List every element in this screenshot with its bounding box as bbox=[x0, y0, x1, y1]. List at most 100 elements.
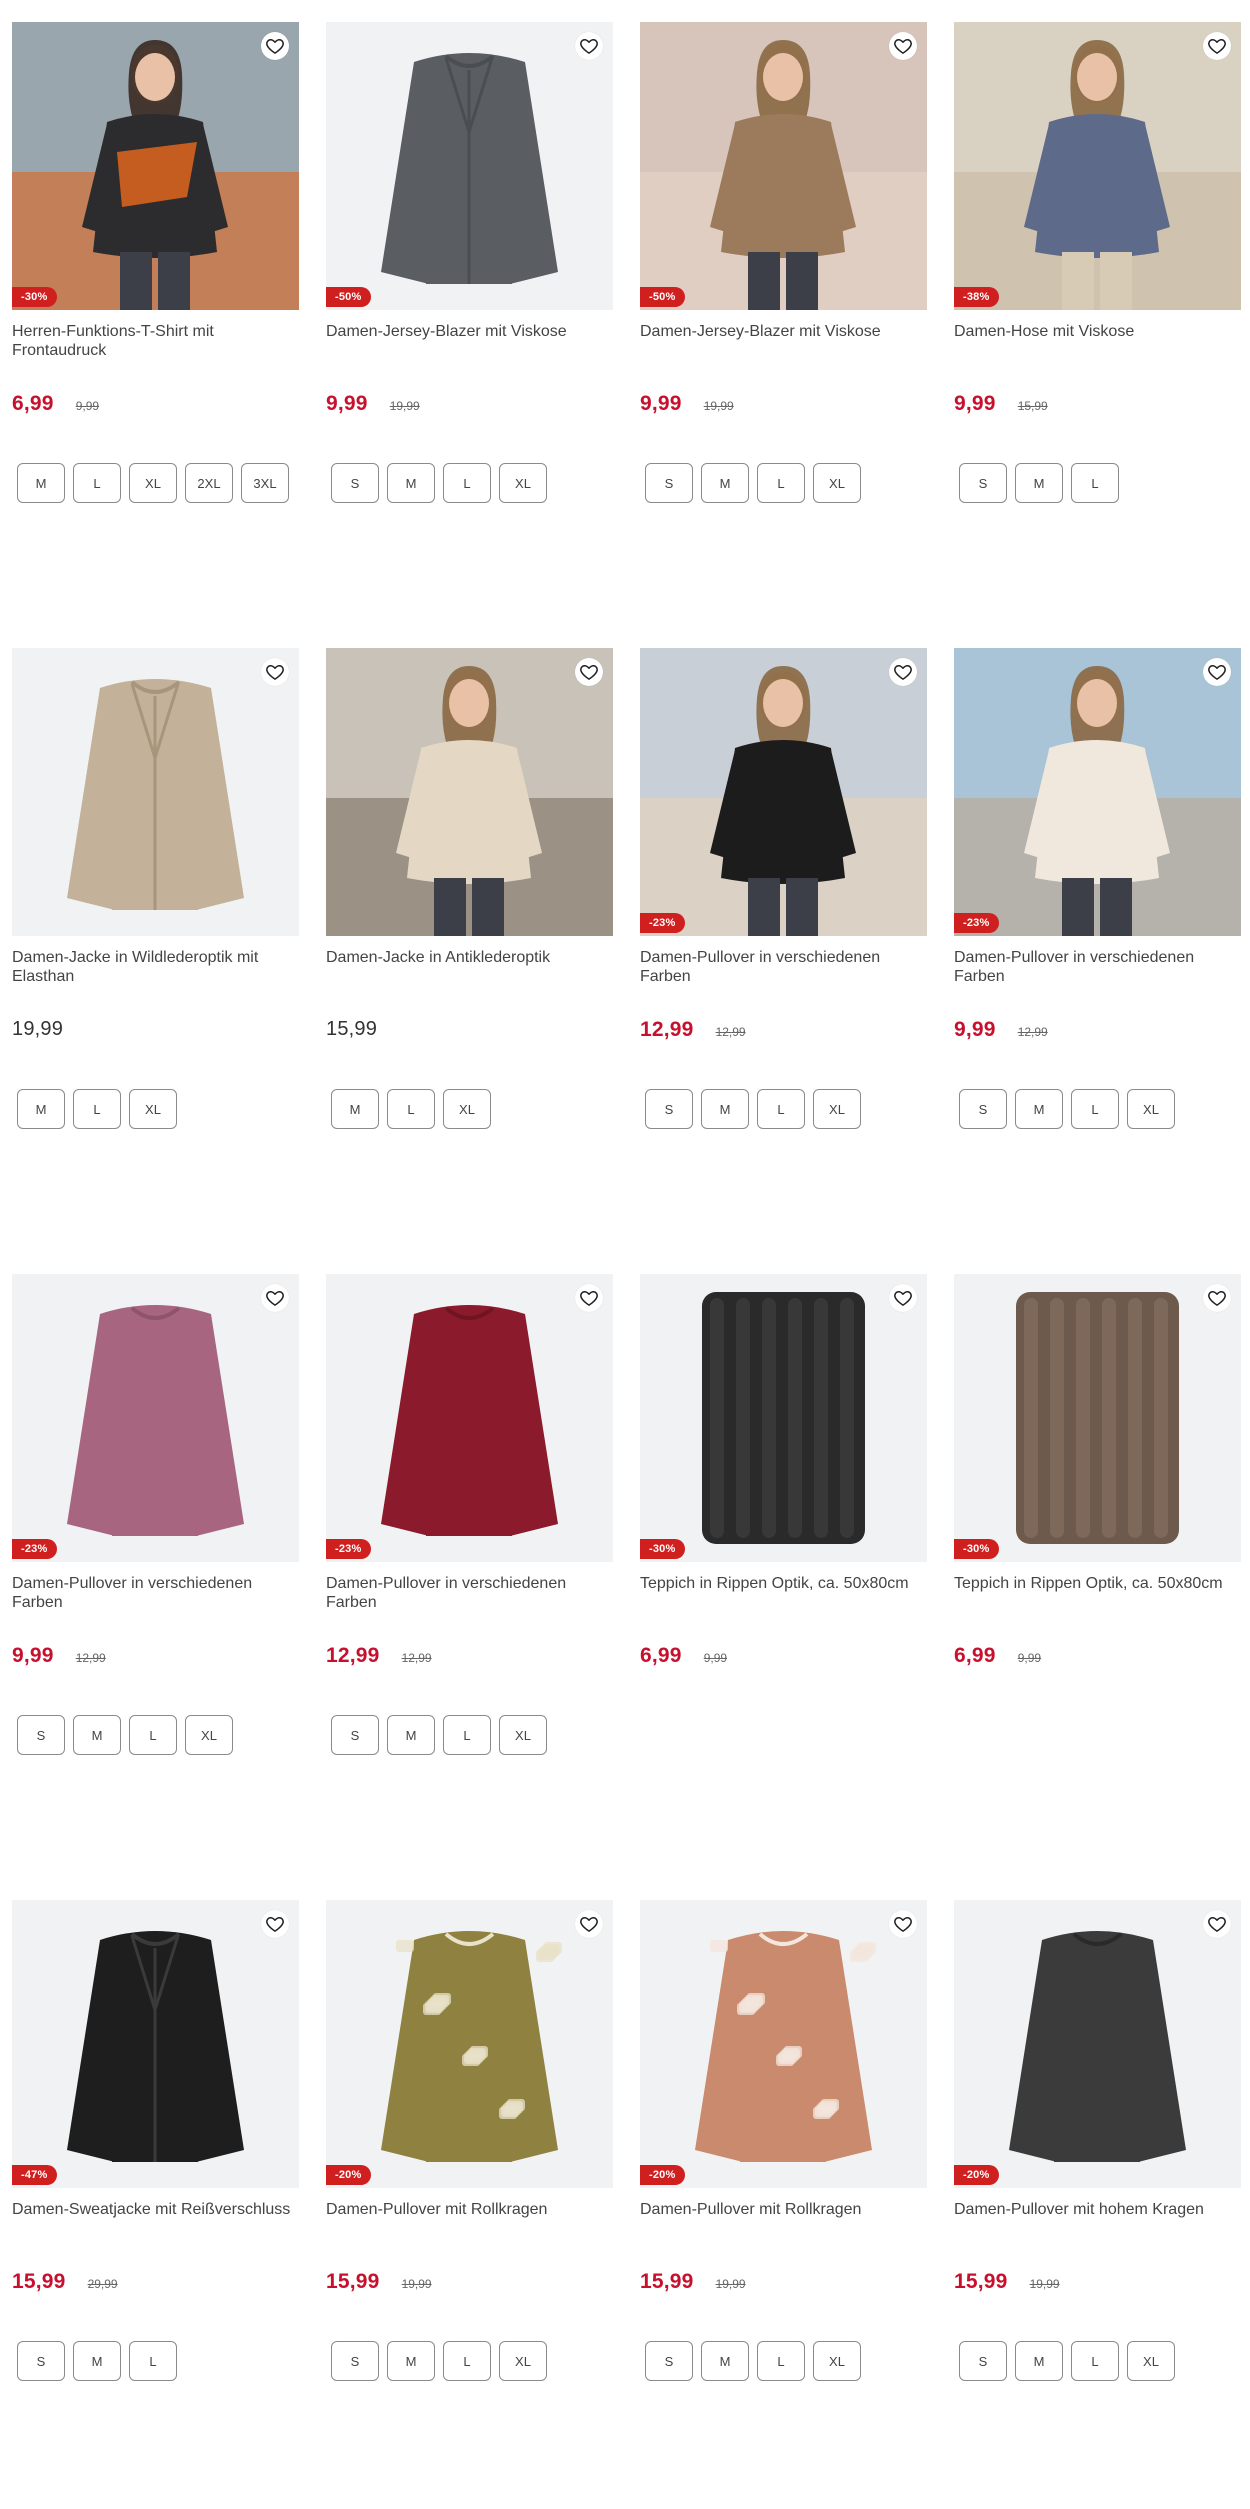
size-button-l[interactable]: L bbox=[129, 1715, 177, 1755]
size-button-m[interactable]: M bbox=[73, 1715, 121, 1755]
size-button-l[interactable]: L bbox=[73, 1089, 121, 1129]
product-card-11[interactable]: -30% Teppich in Rippen Optik, ca. 50x80c… bbox=[640, 1274, 927, 1900]
favorite-button[interactable] bbox=[261, 658, 289, 686]
size-button-s[interactable]: S bbox=[331, 2341, 379, 2381]
size-button-xl[interactable]: XL bbox=[499, 1715, 547, 1755]
size-button-xl[interactable]: XL bbox=[1127, 2341, 1175, 2381]
favorite-button[interactable] bbox=[261, 32, 289, 60]
product-title[interactable]: Damen-Jacke in Antiklederoptik bbox=[326, 948, 613, 990]
favorite-button[interactable] bbox=[575, 658, 603, 686]
size-button-l[interactable]: L bbox=[73, 463, 121, 503]
size-button-xl[interactable]: XL bbox=[129, 463, 177, 503]
product-card-13[interactable]: -47% Damen-Sweatjacke mit Reißverschluss… bbox=[12, 1900, 299, 2509]
size-button-m[interactable]: M bbox=[1015, 1089, 1063, 1129]
product-image[interactable]: -30% bbox=[12, 22, 299, 310]
size-button-l[interactable]: L bbox=[443, 1715, 491, 1755]
product-image[interactable]: -23% bbox=[12, 1274, 299, 1562]
size-button-m[interactable]: M bbox=[1015, 463, 1063, 503]
product-card-12[interactable]: -30% Teppich in Rippen Optik, ca. 50x80c… bbox=[954, 1274, 1241, 1900]
size-button-s[interactable]: S bbox=[645, 1089, 693, 1129]
size-button-m[interactable]: M bbox=[387, 2341, 435, 2381]
product-card-10[interactable]: -23% Damen-Pullover in verschiedenen Far… bbox=[326, 1274, 613, 1900]
size-button-xl[interactable]: XL bbox=[813, 2341, 861, 2381]
size-button-s[interactable]: S bbox=[331, 463, 379, 503]
product-title[interactable]: Damen-Pullover in verschiedenen Farben bbox=[12, 1574, 299, 1616]
favorite-button[interactable] bbox=[261, 1284, 289, 1312]
product-image[interactable]: -23% bbox=[640, 648, 927, 936]
product-image[interactable]: -47% bbox=[12, 1900, 299, 2188]
product-image[interactable]: -20% bbox=[326, 1900, 613, 2188]
size-button-xl[interactable]: XL bbox=[813, 1089, 861, 1129]
product-card-4[interactable]: -38% Damen-Hose mit Viskose 9,99 15,99 S… bbox=[954, 22, 1241, 648]
size-button-m[interactable]: M bbox=[73, 2341, 121, 2381]
size-button-m[interactable]: M bbox=[331, 1089, 379, 1129]
product-image[interactable] bbox=[12, 648, 299, 936]
product-title[interactable]: Damen-Pullover in verschiedenen Farben bbox=[954, 948, 1241, 990]
product-title[interactable]: Damen-Pullover in verschiedenen Farben bbox=[326, 1574, 613, 1616]
size-button-xl[interactable]: XL bbox=[1127, 1089, 1175, 1129]
product-card-9[interactable]: -23% Damen-Pullover in verschiedenen Far… bbox=[12, 1274, 299, 1900]
size-button-l[interactable]: L bbox=[1071, 2341, 1119, 2381]
product-image[interactable]: -23% bbox=[954, 648, 1241, 936]
product-card-1[interactable]: -30% Herren-Funktions-T-Shirt mit Fronta… bbox=[12, 22, 299, 648]
size-button-m[interactable]: M bbox=[701, 2341, 749, 2381]
product-title[interactable]: Damen-Pullover in verschiedenen Farben bbox=[640, 948, 927, 990]
size-button-l[interactable]: L bbox=[1071, 463, 1119, 503]
product-image[interactable]: -30% bbox=[640, 1274, 927, 1562]
size-button-m[interactable]: M bbox=[701, 1089, 749, 1129]
size-button-m[interactable]: M bbox=[701, 463, 749, 503]
size-button-l[interactable]: L bbox=[443, 2341, 491, 2381]
size-button-l[interactable]: L bbox=[443, 463, 491, 503]
size-button-l[interactable]: L bbox=[387, 1089, 435, 1129]
size-button-m[interactable]: M bbox=[17, 463, 65, 503]
favorite-button[interactable] bbox=[261, 1910, 289, 1938]
product-title[interactable]: Teppich in Rippen Optik, ca. 50x80cm bbox=[954, 1574, 1241, 1616]
product-card-5[interactable]: Damen-Jacke in Wildlederoptik mit Elasth… bbox=[12, 648, 299, 1274]
size-button-l[interactable]: L bbox=[757, 1089, 805, 1129]
product-image[interactable]: -38% bbox=[954, 22, 1241, 310]
product-title[interactable]: Damen-Sweatjacke mit Reißverschluss bbox=[12, 2200, 299, 2242]
favorite-button[interactable] bbox=[1203, 1284, 1231, 1312]
product-title[interactable]: Damen-Pullover mit hohem Kragen bbox=[954, 2200, 1241, 2242]
product-title[interactable]: Damen-Jersey-Blazer mit Viskose bbox=[326, 322, 613, 364]
favorite-button[interactable] bbox=[1203, 658, 1231, 686]
size-button-l[interactable]: L bbox=[1071, 1089, 1119, 1129]
size-button-s[interactable]: S bbox=[959, 2341, 1007, 2381]
size-button-xl[interactable]: XL bbox=[813, 463, 861, 503]
size-button-xl[interactable]: XL bbox=[129, 1089, 177, 1129]
product-card-7[interactable]: -23% Damen-Pullover in verschiedenen Far… bbox=[640, 648, 927, 1274]
size-button-3xl[interactable]: 3XL bbox=[241, 463, 289, 503]
size-button-l[interactable]: L bbox=[757, 463, 805, 503]
size-button-xl[interactable]: XL bbox=[499, 463, 547, 503]
favorite-button[interactable] bbox=[889, 1910, 917, 1938]
product-card-14[interactable]: -20% Damen-Pullover mit Rollkragen 15,99… bbox=[326, 1900, 613, 2509]
product-card-8[interactable]: -23% Damen-Pullover in verschiedenen Far… bbox=[954, 648, 1241, 1274]
size-button-s[interactable]: S bbox=[645, 2341, 693, 2381]
product-image[interactable]: -20% bbox=[640, 1900, 927, 2188]
favorite-button[interactable] bbox=[575, 1910, 603, 1938]
size-button-l[interactable]: L bbox=[129, 2341, 177, 2381]
favorite-button[interactable] bbox=[1203, 1910, 1231, 1938]
size-button-s[interactable]: S bbox=[331, 1715, 379, 1755]
favorite-button[interactable] bbox=[575, 32, 603, 60]
product-image[interactable]: -50% bbox=[640, 22, 927, 310]
product-title[interactable]: Herren-Funktions-T-Shirt mit Frontaudruc… bbox=[12, 322, 299, 364]
favorite-button[interactable] bbox=[889, 658, 917, 686]
size-button-xl[interactable]: XL bbox=[185, 1715, 233, 1755]
product-card-6[interactable]: Damen-Jacke in Antiklederoptik 15,99 MLX… bbox=[326, 648, 613, 1274]
favorite-button[interactable] bbox=[1203, 32, 1231, 60]
product-image[interactable] bbox=[326, 648, 613, 936]
product-title[interactable]: Damen-Hose mit Viskose bbox=[954, 322, 1241, 364]
product-image[interactable]: -30% bbox=[954, 1274, 1241, 1562]
size-button-m[interactable]: M bbox=[1015, 2341, 1063, 2381]
product-title[interactable]: Damen-Jersey-Blazer mit Viskose bbox=[640, 322, 927, 364]
size-button-2xl[interactable]: 2XL bbox=[185, 463, 233, 503]
size-button-xl[interactable]: XL bbox=[499, 2341, 547, 2381]
product-title[interactable]: Damen-Pullover mit Rollkragen bbox=[326, 2200, 613, 2242]
favorite-button[interactable] bbox=[889, 1284, 917, 1312]
product-card-2[interactable]: -50% Damen-Jersey-Blazer mit Viskose 9,9… bbox=[326, 22, 613, 648]
product-image[interactable]: -50% bbox=[326, 22, 613, 310]
size-button-s[interactable]: S bbox=[959, 1089, 1007, 1129]
size-button-s[interactable]: S bbox=[17, 2341, 65, 2381]
product-image[interactable]: -23% bbox=[326, 1274, 613, 1562]
